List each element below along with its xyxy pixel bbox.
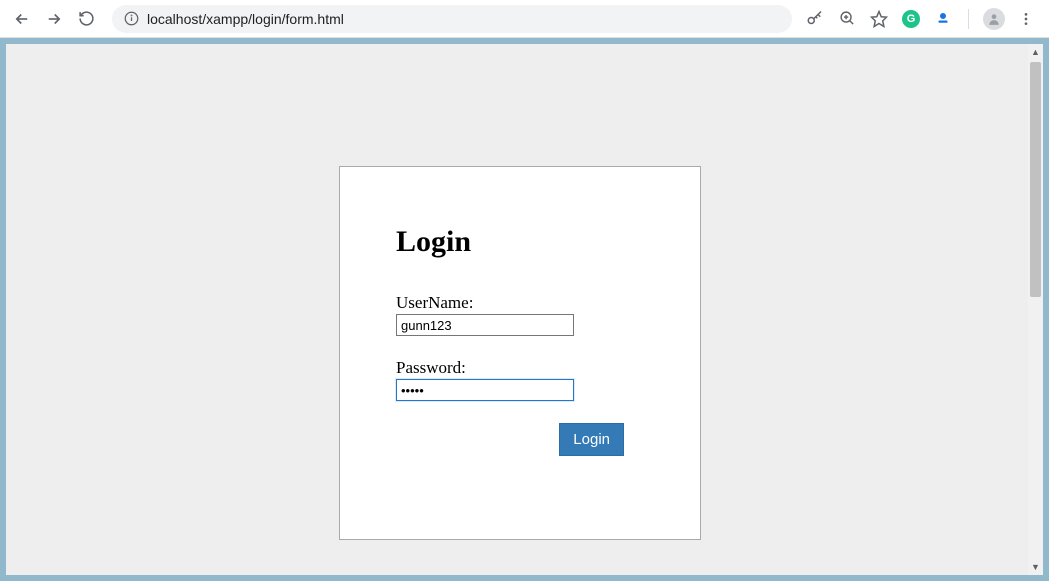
password-label: Password: — [396, 358, 644, 378]
toolbar-actions: G — [804, 8, 1041, 30]
toolbar-divider — [968, 9, 969, 29]
url-text: localhost/xampp/login/form.html — [147, 11, 344, 27]
extension-grammarly-icon[interactable]: G — [900, 8, 922, 30]
submit-row: Login — [396, 423, 644, 456]
scrollbar-thumb[interactable] — [1030, 62, 1041, 297]
forward-button[interactable] — [40, 5, 68, 33]
username-group: UserName: — [396, 293, 644, 336]
kebab-menu-icon — [1018, 11, 1034, 27]
login-card: Login UserName: Password: Login — [339, 166, 701, 540]
profile-avatar[interactable] — [983, 8, 1005, 30]
info-icon — [124, 11, 139, 26]
page-title: Login — [396, 225, 644, 259]
password-key-icon[interactable] — [804, 8, 826, 30]
arrow-right-icon — [45, 10, 63, 28]
reload-button[interactable] — [72, 5, 100, 33]
username-label: UserName: — [396, 293, 644, 313]
browser-toolbar: localhost/xampp/login/form.html G — [0, 0, 1049, 38]
password-input[interactable] — [396, 379, 574, 401]
password-group: Password: — [396, 358, 644, 401]
zoom-icon[interactable] — [836, 8, 858, 30]
bookmark-star-icon[interactable] — [868, 8, 890, 30]
back-button[interactable] — [8, 5, 36, 33]
scroll-down-arrow[interactable]: ▼ — [1028, 559, 1043, 575]
browser-viewport: Login UserName: Password: Login ▲ ▼ — [0, 38, 1049, 581]
page-body: Login UserName: Password: Login ▲ ▼ — [6, 44, 1043, 575]
vertical-scrollbar[interactable]: ▲ ▼ — [1028, 44, 1043, 575]
scroll-up-arrow[interactable]: ▲ — [1028, 44, 1043, 60]
login-button[interactable]: Login — [559, 423, 624, 456]
extension-blue-icon[interactable] — [932, 8, 954, 30]
address-bar[interactable]: localhost/xampp/login/form.html — [112, 5, 792, 33]
reload-icon — [78, 10, 95, 27]
avatar-icon — [987, 12, 1001, 26]
username-input[interactable] — [396, 314, 574, 336]
arrow-left-icon — [13, 10, 31, 28]
menu-button[interactable] — [1015, 8, 1037, 30]
